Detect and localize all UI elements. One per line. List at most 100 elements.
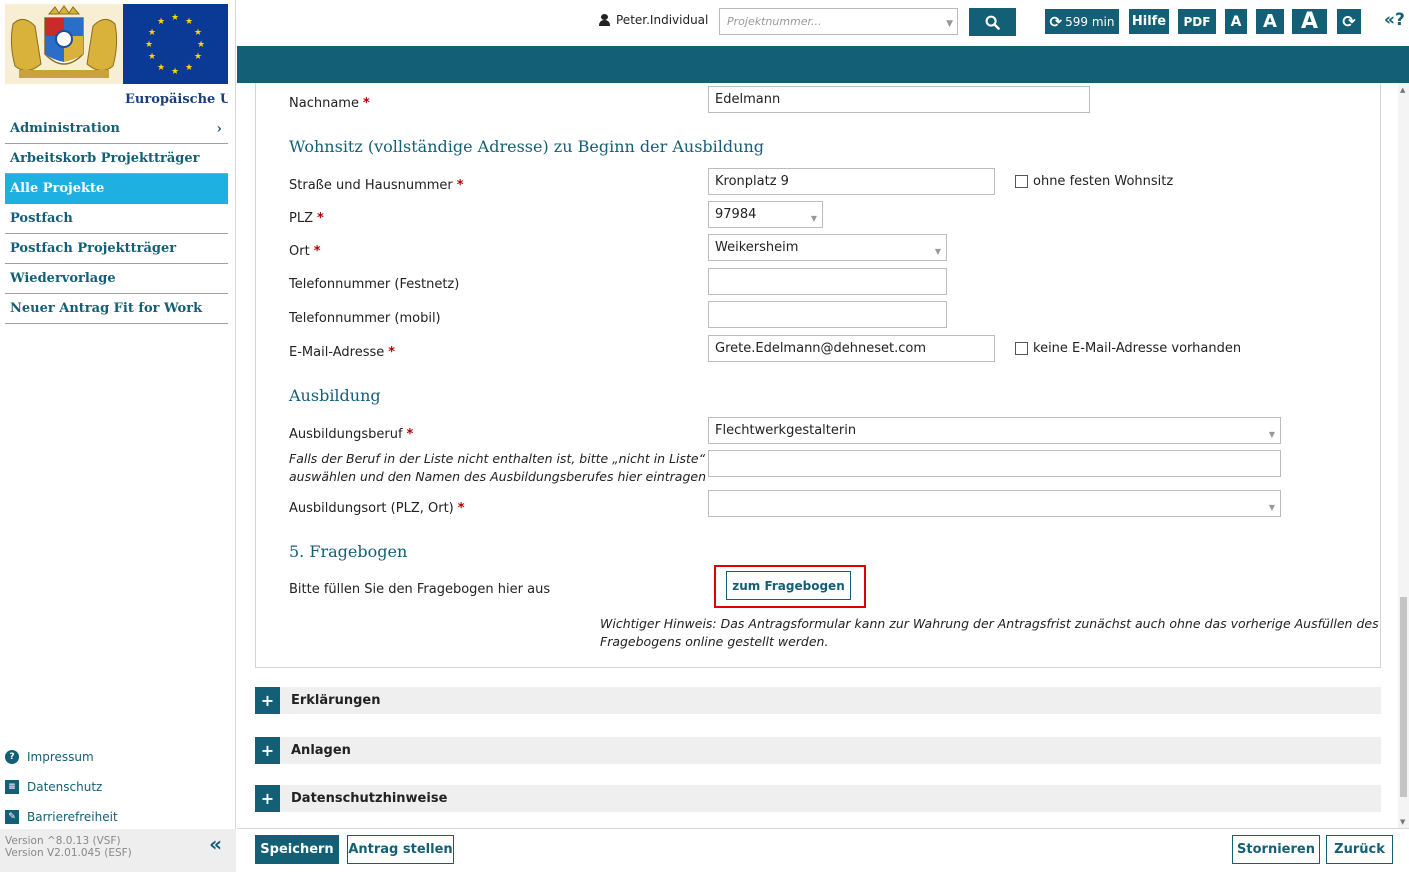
reload-button[interactable]: ⟳ [1337, 9, 1361, 34]
tel-festnetz-input[interactable] [708, 268, 947, 295]
sidebar-item-label: Administration [10, 121, 120, 136]
sidebar-item-label: Arbeitskorb Projektträger [10, 151, 200, 166]
beruf-value: Flechtwerkgestalterin [715, 423, 857, 438]
ohne-wohnsitz-label: ohne festen Wohnsitz [1033, 174, 1174, 189]
checkbox-box[interactable] [1015, 342, 1028, 355]
eu-flag-icon: ★ ★ ★ ★ ★ ★ ★ ★ ★ ★ ★ ★ [123, 4, 228, 84]
help-circle-icon: ? [5, 750, 19, 764]
help-button[interactable]: Hilfe [1129, 9, 1169, 34]
save-button[interactable]: Speichern [255, 835, 339, 864]
sidebar-item-administration[interactable]: Administration › [5, 114, 228, 144]
collapse-sidebar-icon[interactable]: « [209, 834, 222, 854]
eu-caption: Europäische Uni [125, 92, 228, 107]
header-band [237, 46, 1409, 83]
barrierefreiheit-link[interactable]: ✎ Barrierefreiheit [5, 802, 228, 832]
edit-icon: ✎ [5, 810, 19, 824]
accordion-datenschutzhinweise[interactable]: + Datenschutzhinweise [255, 785, 1381, 812]
vertical-scrollbar[interactable]: ▲ ▼ [1398, 83, 1409, 828]
font-size-medium-button[interactable]: A [1256, 9, 1284, 34]
plus-icon[interactable]: + [255, 687, 280, 714]
tel-mobil-input[interactable] [708, 301, 947, 328]
nachname-input[interactable]: Edelmann [708, 86, 1090, 113]
accordion-anlagen[interactable]: + Anlagen [255, 737, 1381, 764]
beruf-hint-line: Falls der Beruf in der Liste nicht entha… [289, 451, 706, 466]
search-icon [985, 15, 1000, 30]
chevron-down-icon: ▼ [934, 247, 941, 256]
user-info: Peter.Individual [599, 13, 708, 27]
required-marker: * [388, 345, 396, 360]
beruf-label: Ausbildungsberuf * [289, 427, 413, 442]
plz-select[interactable]: 97984 ▼ [708, 201, 823, 228]
font-size-small-button[interactable]: A [1225, 9, 1247, 34]
ausbildungsort-select[interactable]: ▼ [708, 490, 1281, 517]
sidebar-item-label: Postfach Projektträger [10, 241, 177, 256]
sidebar-nav: Administration › Arbeitskorb Projektträg… [5, 114, 228, 324]
sidebar-item-label: Neuer Antrag Fit for Work [10, 301, 203, 316]
back-button[interactable]: Zurück [1326, 835, 1393, 864]
cancel-button[interactable]: Stornieren [1232, 835, 1320, 864]
datenschutz-link[interactable]: ≡ Datenschutz [5, 772, 228, 802]
username: Peter.Individual [616, 13, 709, 27]
nachname-label-text: Nachname [289, 96, 359, 111]
required-marker: * [457, 501, 465, 516]
sidebar-item-neuer-antrag[interactable]: Neuer Antrag Fit for Work [5, 294, 228, 324]
version-info: Version ^8.0.13 (VSF) Version V2.01.045 … [0, 829, 236, 872]
beruf-hint: Falls der Beruf in der Liste nicht entha… [289, 450, 706, 486]
pdf-button[interactable]: PDF [1178, 9, 1216, 34]
accordion-label: Erklärungen [291, 693, 381, 708]
plus-icon[interactable]: + [255, 785, 280, 812]
sidebar-item-label: Wiedervorlage [10, 271, 116, 286]
email-label-text: E-Mail-Adresse [289, 345, 385, 360]
submit-application-button[interactable]: Antrag stellen [347, 835, 454, 864]
ohne-wohnsitz-checkbox[interactable]: ohne festen Wohnsitz [1015, 174, 1173, 189]
scrollbar-thumb[interactable] [1400, 597, 1407, 797]
checkbox-box[interactable] [1015, 175, 1028, 188]
beruf-other-input[interactable] [708, 450, 1281, 477]
font-size-large-button[interactable]: A [1292, 9, 1327, 34]
chevron-down-icon: ▼ [1268, 503, 1275, 512]
help-panel-toggle-icon[interactable]: «? [1384, 10, 1405, 30]
sidebar-item-label: Postfach [10, 211, 73, 226]
search-button[interactable] [969, 8, 1016, 36]
session-timer-button[interactable]: ⟳ 599 min [1045, 9, 1119, 34]
sidebar-item-alle-projekte[interactable]: Alle Projekte [5, 174, 228, 204]
ort-label-text: Ort [289, 244, 310, 259]
required-marker: * [406, 427, 414, 442]
plus-icon[interactable]: + [255, 737, 280, 764]
ort-label: Ort * [289, 244, 321, 259]
project-number-input[interactable]: Projektnummer... ▼ [719, 8, 958, 35]
required-marker: * [362, 96, 370, 111]
accordion-erklaerungen[interactable]: + Erklärungen [255, 687, 1381, 714]
email-input[interactable]: Grete.Edelmann@dehneset.com [708, 335, 995, 362]
required-marker: * [317, 211, 324, 226]
ort-select[interactable]: Weikersheim ▼ [708, 234, 947, 261]
keine-email-checkbox[interactable]: keine E-Mail-Adresse vorhanden [1015, 341, 1241, 356]
beruf-select[interactable]: Flechtwerkgestalterin ▼ [708, 417, 1281, 444]
fragebogen-label: Bitte füllen Sie den Fragebogen hier aus [289, 582, 551, 597]
beruf-hint-line: auswählen und den Namen des Ausbildungsb… [289, 469, 707, 484]
bottom-action-bar: Speichern Antrag stellen Stornieren Zurü… [237, 828, 1409, 872]
chevron-down-icon: ▼ [1268, 430, 1275, 439]
tel-mobil-label: Telefonnummer (mobil) [289, 311, 441, 326]
barrierefreiheit-label: Barrierefreiheit [27, 810, 118, 824]
impressum-link[interactable]: ? Impressum [5, 742, 228, 772]
scroll-up-icon[interactable]: ▲ [1400, 86, 1405, 94]
chevron-right-icon: › [216, 120, 222, 137]
chevron-down-icon: ▼ [810, 214, 817, 223]
sidebar-item-wiedervorlage[interactable]: Wiedervorlage [5, 264, 228, 294]
sidebar-footer-links: ? Impressum ≡ Datenschutz ✎ Barrierefrei… [5, 742, 228, 832]
sidebar-item-postfach[interactable]: Postfach [5, 204, 228, 234]
required-marker: * [313, 244, 321, 259]
sidebar-item-arbeitskorb[interactable]: Arbeitskorb Projektträger [5, 144, 228, 174]
sidebar-item-postfach-projekttraeger[interactable]: Postfach Projektträger [5, 234, 228, 264]
accordion-label: Anlagen [291, 743, 351, 758]
zum-fragebogen-button[interactable]: zum Fragebogen [726, 571, 851, 600]
scroll-down-icon[interactable]: ▼ [1400, 818, 1405, 826]
logo: ★ ★ ★ ★ ★ ★ ★ ★ ★ ★ ★ ★ [5, 4, 228, 84]
version-line-vsf: Version ^8.0.13 (VSF) [5, 835, 121, 847]
plz-value: 97984 [715, 207, 757, 222]
email-label: E-Mail-Adresse * [289, 345, 395, 360]
session-timer-label: 599 min [1065, 14, 1115, 29]
ort-value: Weikersheim [715, 240, 799, 255]
strasse-input[interactable]: Kronplatz 9 [708, 168, 995, 195]
